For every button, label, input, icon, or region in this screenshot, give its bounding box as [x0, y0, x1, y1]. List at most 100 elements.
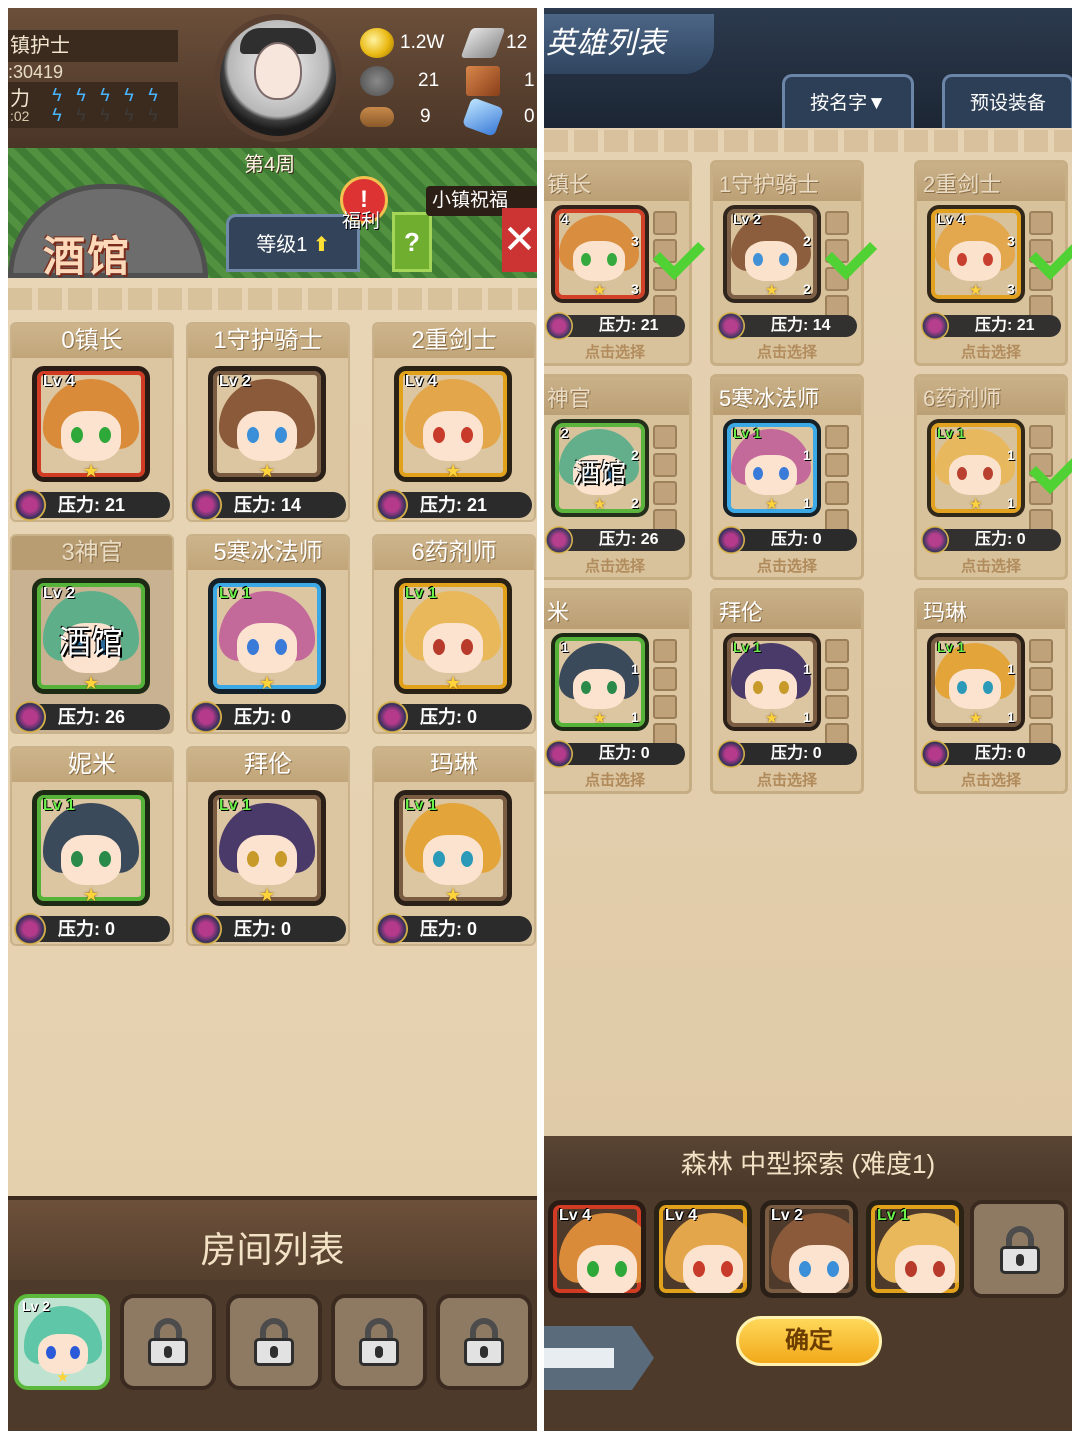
upgrade-arrow-icon: ⬆	[312, 234, 330, 256]
hero-card[interactable]: 妮米 Lv 1 ★ 压力: 0	[10, 746, 174, 946]
hero-portrait[interactable]: Lv 1 ★	[394, 578, 512, 694]
hero-level: Lv 1	[733, 425, 762, 441]
hero-eye	[275, 639, 287, 655]
hero-card[interactable]: 拜伦 Lv 1 ★ 压力: 0	[186, 746, 350, 946]
equipment-count: 1	[803, 495, 811, 511]
hero-eye	[983, 681, 993, 694]
team-slot[interactable]: Lv 2 ★	[760, 1200, 858, 1298]
hero-portrait[interactable]: Lv 4 ★	[548, 1200, 646, 1298]
hero-select-card[interactable]: 镇长 4 ★ 3 3 压力: 21 点击选择	[544, 160, 706, 366]
hero-select-card[interactable]: 1守护骑士 Lv 2 ★ 2 2 压力: 14 点击选择	[710, 160, 878, 366]
hero-select-card[interactable]: 神官 2 ★ 酒馆 2 2 压力: 26 点击选择	[544, 374, 692, 580]
lock-icon	[148, 1318, 188, 1366]
hero-portrait[interactable]: Lv 1 ★	[866, 1200, 964, 1298]
star-icon: ★	[445, 461, 462, 481]
hero-select-card[interactable]: 玛琳 Lv 1 ★ 1 1 压力: 0 点击选择	[914, 588, 1068, 794]
back-arrow-icon[interactable]	[544, 1326, 654, 1390]
lightning-icon: ϟ	[100, 85, 110, 105]
hero-card[interactable]: 6药剂师 Lv 1 ★ 压力: 0	[372, 534, 536, 734]
hero-portrait[interactable]: Lv 2 ★ 酒馆	[32, 578, 150, 694]
week-label: 第4周	[244, 154, 296, 176]
team-slot-locked[interactable]	[970, 1200, 1068, 1298]
confirm-button[interactable]: 确定	[736, 1316, 882, 1366]
pressure-icon	[14, 701, 46, 733]
hero-select-card[interactable]: 拜伦 Lv 1 ★ 1 1 压力: 0 点击选择	[710, 588, 864, 794]
hero-card[interactable]: 1守护骑士 Lv 2 ★ 压力: 14	[186, 322, 350, 522]
hero-portrait[interactable]: Lv 1 ★	[208, 790, 326, 906]
hero-eye	[71, 427, 83, 443]
room-slot-locked[interactable]	[436, 1294, 532, 1390]
hero-portrait[interactable]: Lv 2 ★	[760, 1200, 858, 1298]
pressure-icon	[545, 312, 573, 340]
sort-by-name-tab[interactable]: 按名字▼	[782, 74, 914, 128]
star-icon: ★	[593, 496, 607, 513]
hero-name: 3神官	[12, 536, 172, 570]
pressure-value: 压力: 21	[975, 317, 1035, 334]
team-slot[interactable]: Lv 1 ★	[866, 1200, 964, 1298]
hero-select-card[interactable]: 5寒冰法师 Lv 1 ★ 1 1 压力: 0 点击选择	[710, 374, 864, 580]
hero-card[interactable]: 0镇长 Lv 4 ★ 压力: 21	[10, 322, 174, 522]
hero-select-card[interactable]: 2重剑士 Lv 4 ★ 3 3 压力: 21 点击选择	[914, 160, 1072, 366]
hero-level: Lv 4	[43, 373, 76, 390]
pressure-value: 压力: 0	[58, 919, 116, 939]
hero-eye	[957, 467, 967, 480]
hero-face	[61, 411, 121, 461]
pressure-bar: 压力: 0	[190, 701, 346, 733]
help-button[interactable]: ?	[392, 212, 432, 272]
hero-portrait[interactable]: Lv 1 ★	[32, 790, 150, 906]
pressure-value: 压力: 0	[234, 707, 292, 727]
resource-gold: 1.2W	[360, 28, 444, 58]
room-slot-locked[interactable]	[331, 1294, 427, 1390]
pressure-value: 压力: 26	[599, 531, 659, 548]
hero-eye	[983, 253, 993, 266]
preset-equipment-tab[interactable]: 预设装备	[942, 74, 1072, 128]
tavern-arch[interactable]: 酒馆	[8, 184, 208, 280]
select-prompt: 点击选择	[584, 558, 645, 575]
armor-slot-icon	[825, 453, 849, 477]
hero-portrait[interactable]: Lv 1 ★	[394, 790, 512, 906]
player-avatar[interactable]	[214, 14, 342, 142]
exploration-title: 森林 中型探索 (难度1)	[544, 1136, 1072, 1192]
pressure-bar: 压力: 0	[921, 740, 1061, 768]
hero-card[interactable]: 5寒冰法师 Lv 1 ★ 压力: 0	[186, 534, 350, 734]
exploration-team: Lv 4 ★ Lv 4 ★ Lv 2 ★ Lv 1 ★ 确定	[544, 1192, 1072, 1431]
room-slot-occupied[interactable]: Lv 2 ★	[14, 1294, 110, 1390]
hero-card[interactable]: 3神官 Lv 2 ★ 酒馆 压力: 26	[10, 534, 174, 734]
close-icon[interactable]: ✕	[502, 208, 537, 272]
hero-portrait[interactable]: Lv 2 ★	[208, 366, 326, 482]
pressure-icon	[190, 701, 222, 733]
hero-face	[577, 1245, 637, 1293]
hero-eye	[933, 1261, 945, 1277]
level-tab[interactable]: 等级1 ⬆	[226, 214, 360, 272]
equipment-count: 1	[1007, 447, 1015, 463]
hero-portrait[interactable]: Lv 1 ★	[208, 578, 326, 694]
team-slot[interactable]: Lv 4 ★	[654, 1200, 752, 1298]
team-slot[interactable]: Lv 4 ★	[548, 1200, 646, 1298]
hero-select-card[interactable]: 米 1 ★ 1 1 压力: 0 点击选择	[544, 588, 692, 794]
star-icon: ★	[917, 1295, 933, 1298]
hero-face	[683, 1245, 743, 1293]
room-slot-locked[interactable]	[226, 1294, 322, 1390]
hero-eye	[587, 1261, 599, 1277]
hero-face	[423, 623, 483, 673]
hero-card[interactable]: 玛琳 Lv 1 ★ 压力: 0	[372, 746, 536, 946]
hero-portrait[interactable]: Lv 4 ★	[32, 366, 150, 482]
sword-slot-icon	[1029, 639, 1053, 663]
hero-eye	[581, 253, 591, 266]
hero-eye	[433, 427, 445, 443]
sword-slot-icon	[653, 425, 677, 449]
lightning-icon: ϟ	[52, 85, 62, 105]
room-slot-locked[interactable]	[120, 1294, 216, 1390]
sword-slot-icon	[825, 211, 849, 235]
tavern-panel: 镇护士 :30419 力 :02 ϟ ϟ ϟ ϟ ϟ ϟ ϟ ϟ ϟ ϟ 1.2…	[8, 8, 537, 1431]
power-label: 力	[10, 88, 30, 110]
hero-select-card[interactable]: 6药剂师 Lv 1 ★ 1 1 压力: 0 点击选择	[914, 374, 1072, 580]
armor-slot-icon	[1029, 667, 1053, 691]
pressure-value: 压力: 0	[975, 531, 1026, 548]
hero-portrait[interactable]: Lv 4 ★	[654, 1200, 752, 1298]
hero-card[interactable]: 2重剑士 Lv 4 ★ 压力: 21	[372, 322, 536, 522]
hero-portrait[interactable]: Lv 4 ★	[394, 366, 512, 482]
hero-eye	[99, 851, 111, 867]
hero-name: 镇长	[547, 172, 592, 197]
lightning-icon: ϟ	[52, 105, 62, 125]
